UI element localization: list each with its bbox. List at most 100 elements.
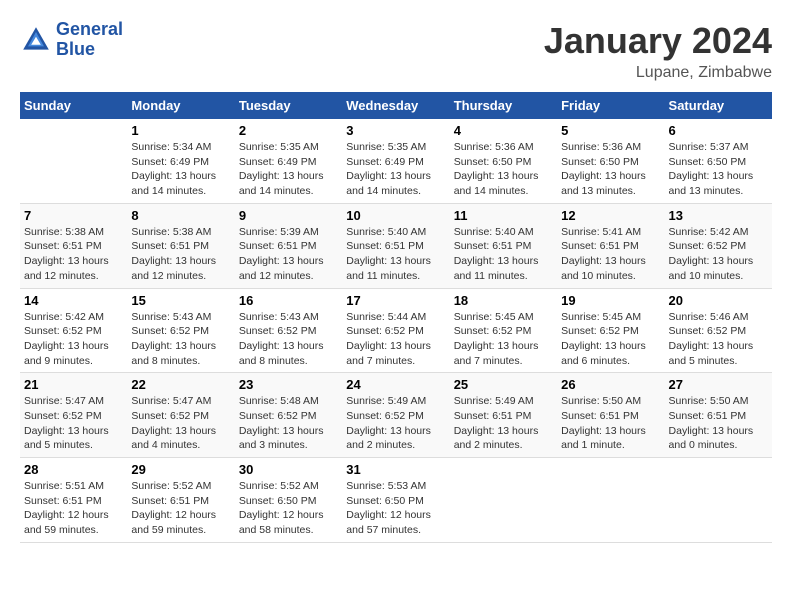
day-info: Sunrise: 5:47 AMSunset: 6:52 PMDaylight:… — [24, 394, 123, 453]
logo-icon — [20, 24, 52, 56]
logo: General Blue — [20, 20, 123, 60]
day-cell: 19 Sunrise: 5:45 AMSunset: 6:52 PMDaylig… — [557, 288, 664, 373]
day-number: 23 — [239, 377, 338, 392]
day-info: Sunrise: 5:43 AMSunset: 6:52 PMDaylight:… — [239, 310, 338, 369]
week-row-1: 1 Sunrise: 5:34 AMSunset: 6:49 PMDayligh… — [20, 119, 772, 203]
day-info: Sunrise: 5:38 AMSunset: 6:51 PMDaylight:… — [131, 225, 230, 284]
day-number: 22 — [131, 377, 230, 392]
day-number: 31 — [346, 462, 445, 477]
col-saturday: Saturday — [665, 92, 772, 119]
day-info: Sunrise: 5:42 AMSunset: 6:52 PMDaylight:… — [669, 225, 768, 284]
day-number: 20 — [669, 293, 768, 308]
day-info: Sunrise: 5:52 AMSunset: 6:51 PMDaylight:… — [131, 479, 230, 538]
week-row-2: 7 Sunrise: 5:38 AMSunset: 6:51 PMDayligh… — [20, 203, 772, 288]
col-sunday: Sunday — [20, 92, 127, 119]
calendar-table: Sunday Monday Tuesday Wednesday Thursday… — [20, 92, 772, 543]
day-cell: 2 Sunrise: 5:35 AMSunset: 6:49 PMDayligh… — [235, 119, 342, 203]
day-info: Sunrise: 5:43 AMSunset: 6:52 PMDaylight:… — [131, 310, 230, 369]
day-cell: 18 Sunrise: 5:45 AMSunset: 6:52 PMDaylig… — [450, 288, 557, 373]
header-row: Sunday Monday Tuesday Wednesday Thursday… — [20, 92, 772, 119]
day-info: Sunrise: 5:46 AMSunset: 6:52 PMDaylight:… — [669, 310, 768, 369]
day-cell: 25 Sunrise: 5:49 AMSunset: 6:51 PMDaylig… — [450, 373, 557, 458]
day-cell: 10 Sunrise: 5:40 AMSunset: 6:51 PMDaylig… — [342, 203, 449, 288]
day-cell: 4 Sunrise: 5:36 AMSunset: 6:50 PMDayligh… — [450, 119, 557, 203]
day-info: Sunrise: 5:52 AMSunset: 6:50 PMDaylight:… — [239, 479, 338, 538]
day-info: Sunrise: 5:49 AMSunset: 6:51 PMDaylight:… — [454, 394, 553, 453]
day-number: 27 — [669, 377, 768, 392]
day-number: 2 — [239, 123, 338, 138]
col-monday: Monday — [127, 92, 234, 119]
day-number: 6 — [669, 123, 768, 138]
day-number: 8 — [131, 208, 230, 223]
col-friday: Friday — [557, 92, 664, 119]
day-cell: 8 Sunrise: 5:38 AMSunset: 6:51 PMDayligh… — [127, 203, 234, 288]
day-cell — [665, 458, 772, 543]
day-cell: 27 Sunrise: 5:50 AMSunset: 6:51 PMDaylig… — [665, 373, 772, 458]
day-number: 11 — [454, 208, 553, 223]
day-info: Sunrise: 5:47 AMSunset: 6:52 PMDaylight:… — [131, 394, 230, 453]
day-cell: 1 Sunrise: 5:34 AMSunset: 6:49 PMDayligh… — [127, 119, 234, 203]
day-cell: 15 Sunrise: 5:43 AMSunset: 6:52 PMDaylig… — [127, 288, 234, 373]
day-number: 18 — [454, 293, 553, 308]
location-title: Lupane, Zimbabwe — [544, 64, 772, 82]
day-info: Sunrise: 5:50 AMSunset: 6:51 PMDaylight:… — [561, 394, 660, 453]
day-info: Sunrise: 5:36 AMSunset: 6:50 PMDaylight:… — [561, 140, 660, 199]
day-number: 10 — [346, 208, 445, 223]
day-info: Sunrise: 5:35 AMSunset: 6:49 PMDaylight:… — [346, 140, 445, 199]
day-number: 17 — [346, 293, 445, 308]
day-number: 24 — [346, 377, 445, 392]
day-cell: 11 Sunrise: 5:40 AMSunset: 6:51 PMDaylig… — [450, 203, 557, 288]
day-number: 30 — [239, 462, 338, 477]
day-info: Sunrise: 5:41 AMSunset: 6:51 PMDaylight:… — [561, 225, 660, 284]
day-number: 15 — [131, 293, 230, 308]
day-cell: 22 Sunrise: 5:47 AMSunset: 6:52 PMDaylig… — [127, 373, 234, 458]
day-cell: 20 Sunrise: 5:46 AMSunset: 6:52 PMDaylig… — [665, 288, 772, 373]
day-cell: 28 Sunrise: 5:51 AMSunset: 6:51 PMDaylig… — [20, 458, 127, 543]
day-info: Sunrise: 5:44 AMSunset: 6:52 PMDaylight:… — [346, 310, 445, 369]
week-row-3: 14 Sunrise: 5:42 AMSunset: 6:52 PMDaylig… — [20, 288, 772, 373]
day-info: Sunrise: 5:35 AMSunset: 6:49 PMDaylight:… — [239, 140, 338, 199]
day-info: Sunrise: 5:49 AMSunset: 6:52 PMDaylight:… — [346, 394, 445, 453]
page-header: General Blue January 2024 Lupane, Zimbab… — [20, 20, 772, 82]
day-cell: 3 Sunrise: 5:35 AMSunset: 6:49 PMDayligh… — [342, 119, 449, 203]
day-cell — [450, 458, 557, 543]
day-cell: 14 Sunrise: 5:42 AMSunset: 6:52 PMDaylig… — [20, 288, 127, 373]
day-info: Sunrise: 5:48 AMSunset: 6:52 PMDaylight:… — [239, 394, 338, 453]
day-cell: 31 Sunrise: 5:53 AMSunset: 6:50 PMDaylig… — [342, 458, 449, 543]
day-number: 29 — [131, 462, 230, 477]
day-info: Sunrise: 5:39 AMSunset: 6:51 PMDaylight:… — [239, 225, 338, 284]
day-number: 26 — [561, 377, 660, 392]
col-thursday: Thursday — [450, 92, 557, 119]
day-number: 7 — [24, 208, 123, 223]
day-number: 28 — [24, 462, 123, 477]
day-info: Sunrise: 5:34 AMSunset: 6:49 PMDaylight:… — [131, 140, 230, 199]
day-cell: 30 Sunrise: 5:52 AMSunset: 6:50 PMDaylig… — [235, 458, 342, 543]
title-section: January 2024 Lupane, Zimbabwe — [544, 20, 772, 82]
month-title: January 2024 — [544, 20, 772, 62]
day-cell: 12 Sunrise: 5:41 AMSunset: 6:51 PMDaylig… — [557, 203, 664, 288]
day-number: 12 — [561, 208, 660, 223]
day-number: 21 — [24, 377, 123, 392]
day-cell: 24 Sunrise: 5:49 AMSunset: 6:52 PMDaylig… — [342, 373, 449, 458]
day-number: 14 — [24, 293, 123, 308]
day-info: Sunrise: 5:51 AMSunset: 6:51 PMDaylight:… — [24, 479, 123, 538]
day-number: 9 — [239, 208, 338, 223]
day-info: Sunrise: 5:53 AMSunset: 6:50 PMDaylight:… — [346, 479, 445, 538]
day-cell: 21 Sunrise: 5:47 AMSunset: 6:52 PMDaylig… — [20, 373, 127, 458]
day-cell: 17 Sunrise: 5:44 AMSunset: 6:52 PMDaylig… — [342, 288, 449, 373]
week-row-4: 21 Sunrise: 5:47 AMSunset: 6:52 PMDaylig… — [20, 373, 772, 458]
day-info: Sunrise: 5:38 AMSunset: 6:51 PMDaylight:… — [24, 225, 123, 284]
day-cell — [557, 458, 664, 543]
day-info: Sunrise: 5:40 AMSunset: 6:51 PMDaylight:… — [346, 225, 445, 284]
day-cell — [20, 119, 127, 203]
day-cell: 6 Sunrise: 5:37 AMSunset: 6:50 PMDayligh… — [665, 119, 772, 203]
day-info: Sunrise: 5:36 AMSunset: 6:50 PMDaylight:… — [454, 140, 553, 199]
day-number: 1 — [131, 123, 230, 138]
col-wednesday: Wednesday — [342, 92, 449, 119]
day-cell: 29 Sunrise: 5:52 AMSunset: 6:51 PMDaylig… — [127, 458, 234, 543]
day-number: 5 — [561, 123, 660, 138]
day-info: Sunrise: 5:37 AMSunset: 6:50 PMDaylight:… — [669, 140, 768, 199]
day-cell: 13 Sunrise: 5:42 AMSunset: 6:52 PMDaylig… — [665, 203, 772, 288]
day-number: 13 — [669, 208, 768, 223]
day-number: 3 — [346, 123, 445, 138]
